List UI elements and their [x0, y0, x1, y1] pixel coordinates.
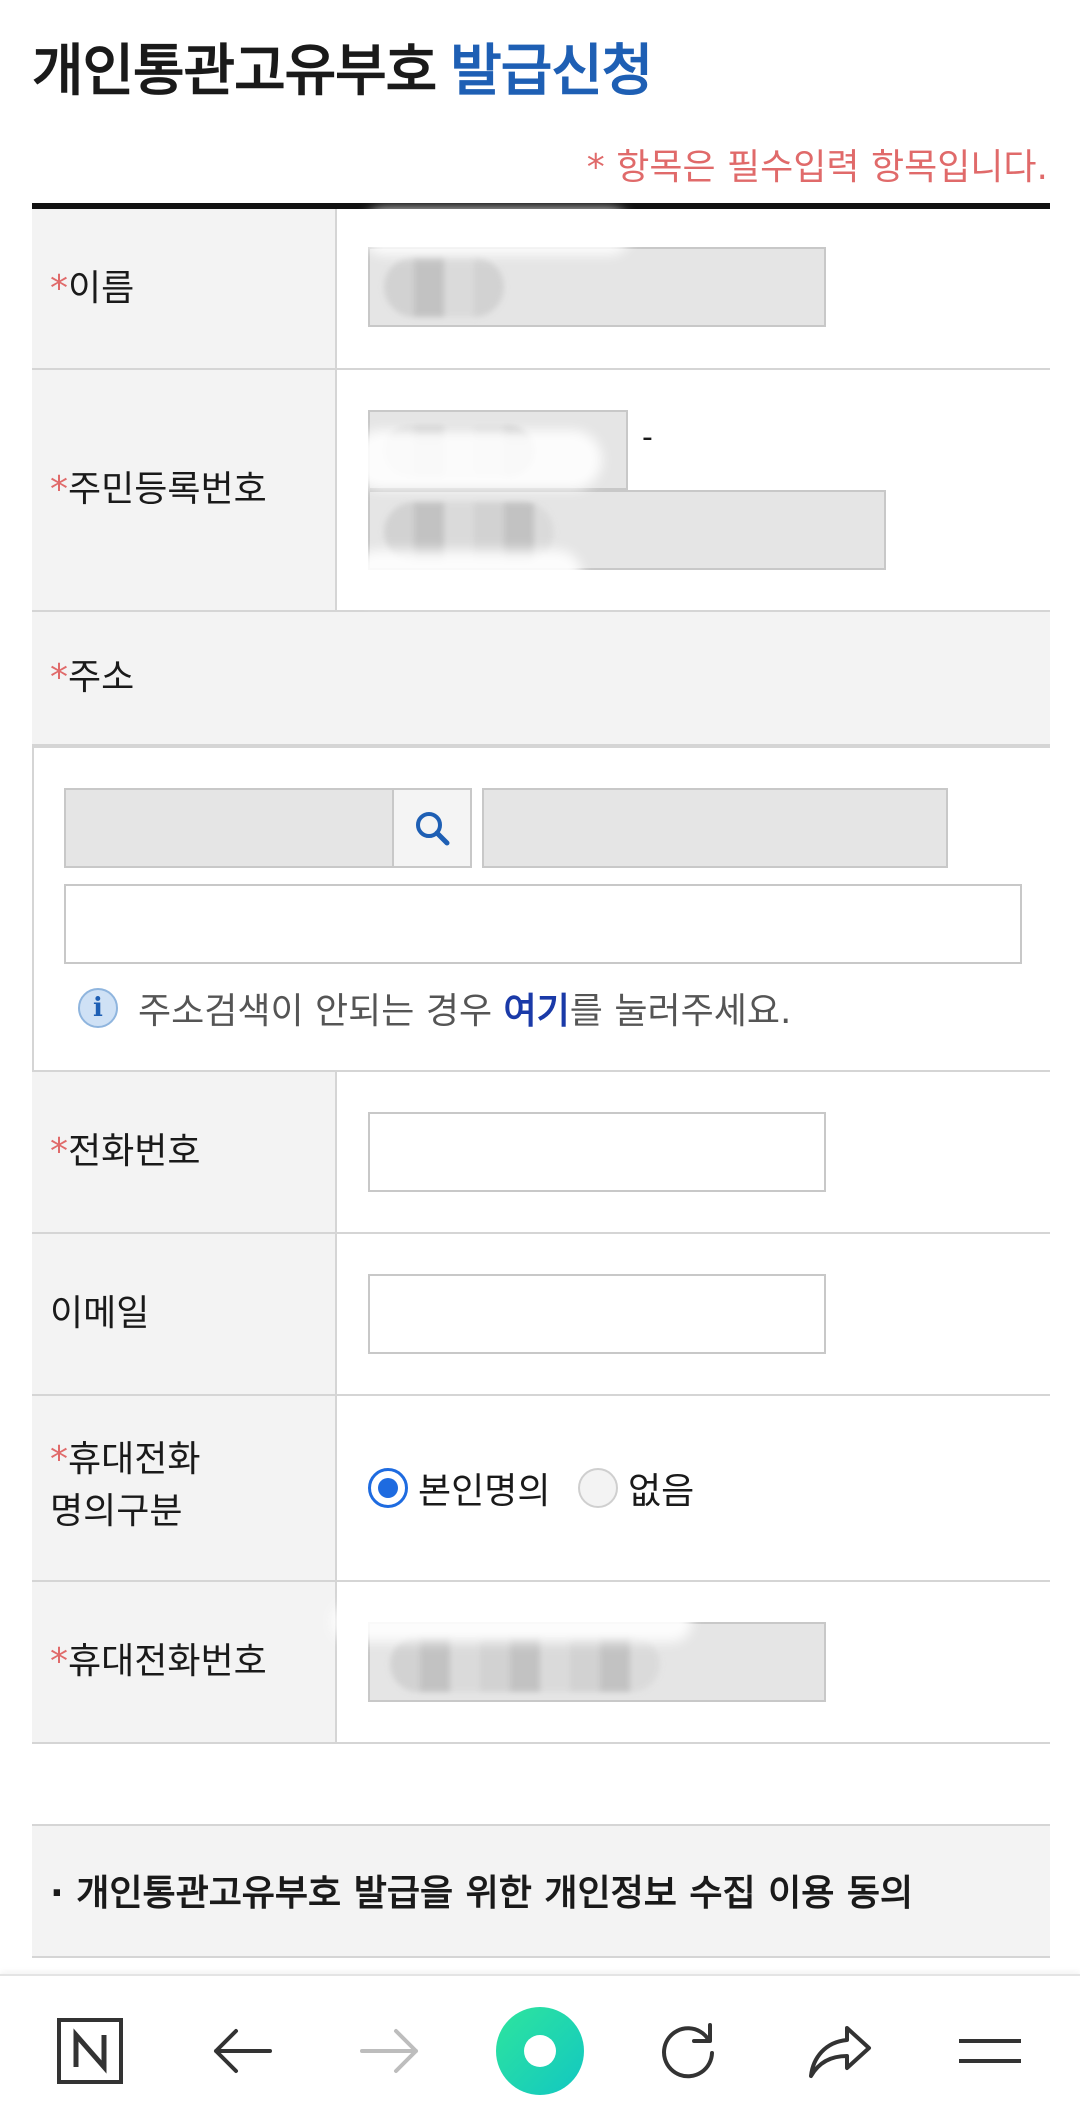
redacted-mobile [390, 1636, 660, 1692]
redaction-smudge [362, 209, 632, 255]
address-main-input[interactable] [482, 788, 948, 868]
radio-none-label: 없음 [628, 1471, 695, 1512]
consent-section: · 개인통관고유부호 발급을 위한 개인정보 수집 이용 동의 [32, 1824, 1050, 1958]
redaction-smudge [332, 1602, 692, 1642]
phone-row: *전화번호 [32, 1072, 1050, 1234]
green-dot-button[interactable] [480, 1976, 600, 2126]
page-title-main: 개인통관고유부호 [32, 39, 437, 104]
redaction-smudge [352, 550, 582, 600]
mobile-owner-label-cell: *휴대전화 명의구분 [32, 1396, 337, 1580]
menu-icon [959, 2039, 1021, 2063]
name-input[interactable] [368, 247, 826, 327]
address-header: *주소 [32, 612, 1050, 746]
info-icon: i [78, 988, 118, 1028]
rrn-label: *주민등록번호 [50, 469, 267, 510]
mobile-row: *휴대전화번호 [32, 1582, 1050, 1744]
bottom-nav [0, 1974, 1080, 2126]
name-row: *이름 [32, 209, 1050, 370]
address-help-link[interactable]: 여기 [504, 982, 570, 1034]
naver-home-button[interactable] [30, 1976, 150, 2126]
rrn-label-cell: *주민등록번호 [32, 370, 337, 610]
search-icon [416, 812, 450, 846]
address-detail-input[interactable] [64, 884, 1022, 964]
redaction-smudge [352, 430, 602, 490]
redacted-name [384, 257, 504, 317]
address-help-text: 주소검색이 안되는 경우 [138, 991, 504, 1032]
forward-arrow-icon [360, 2029, 418, 2073]
menu-button[interactable] [930, 1976, 1050, 2126]
mobile-label-cell: *휴대전화번호 [32, 1582, 337, 1742]
phone-input[interactable] [368, 1112, 826, 1192]
page-title-accent: 발급신청 [450, 39, 653, 104]
name-label-cell: *이름 [32, 209, 337, 368]
address-help-text-end: 를 눌러주세요. [569, 991, 792, 1032]
radio-own-name-label: 본인명의 [418, 1471, 551, 1512]
rrn-separator: - [642, 420, 653, 455]
naver-home-icon [57, 2018, 123, 2084]
address-search-button[interactable] [392, 790, 470, 866]
back-button[interactable] [182, 1976, 302, 2126]
radio-none[interactable] [578, 1468, 618, 1508]
name-label: *이름 [50, 268, 135, 309]
mobile-label: *휴대전화번호 [50, 1641, 267, 1682]
refresh-button[interactable] [628, 1976, 748, 2126]
consent-title: · 개인통관고유부호 발급을 위한 개인정보 수집 이용 동의 [50, 1873, 914, 1914]
phone-label-cell: *전화번호 [32, 1072, 337, 1232]
phone-label: *전화번호 [50, 1131, 201, 1172]
page-title: 개인통관고유부호 발급신청 [32, 26, 653, 107]
email-row: 이메일 [32, 1234, 1050, 1396]
refresh-icon [662, 2023, 714, 2079]
forward-button[interactable] [330, 1976, 450, 2126]
email-label: 이메일 [50, 1293, 150, 1334]
address-help: i 주소검색이 안되는 경우 여기 를 눌러주세요. [78, 982, 791, 1034]
email-input[interactable] [368, 1274, 826, 1354]
address-label: *주소 [50, 657, 135, 698]
share-icon [809, 2026, 871, 2078]
rrn-row: *주민등록번호 - [32, 370, 1050, 612]
radio-own-name[interactable] [368, 1468, 408, 1508]
back-arrow-icon [214, 2029, 272, 2073]
email-label-cell: 이메일 [32, 1234, 337, 1394]
green-dot-icon [496, 2007, 584, 2095]
mobile-owner-row: *휴대전화 명의구분 본인명의 없음 [32, 1396, 1050, 1582]
postcode-input[interactable] [64, 788, 472, 868]
mobile-owner-label: *휴대전화 명의구분 [50, 1439, 201, 1532]
share-button[interactable] [780, 1976, 900, 2126]
required-note: * 항목은 필수입력 항목입니다. [586, 147, 1048, 188]
